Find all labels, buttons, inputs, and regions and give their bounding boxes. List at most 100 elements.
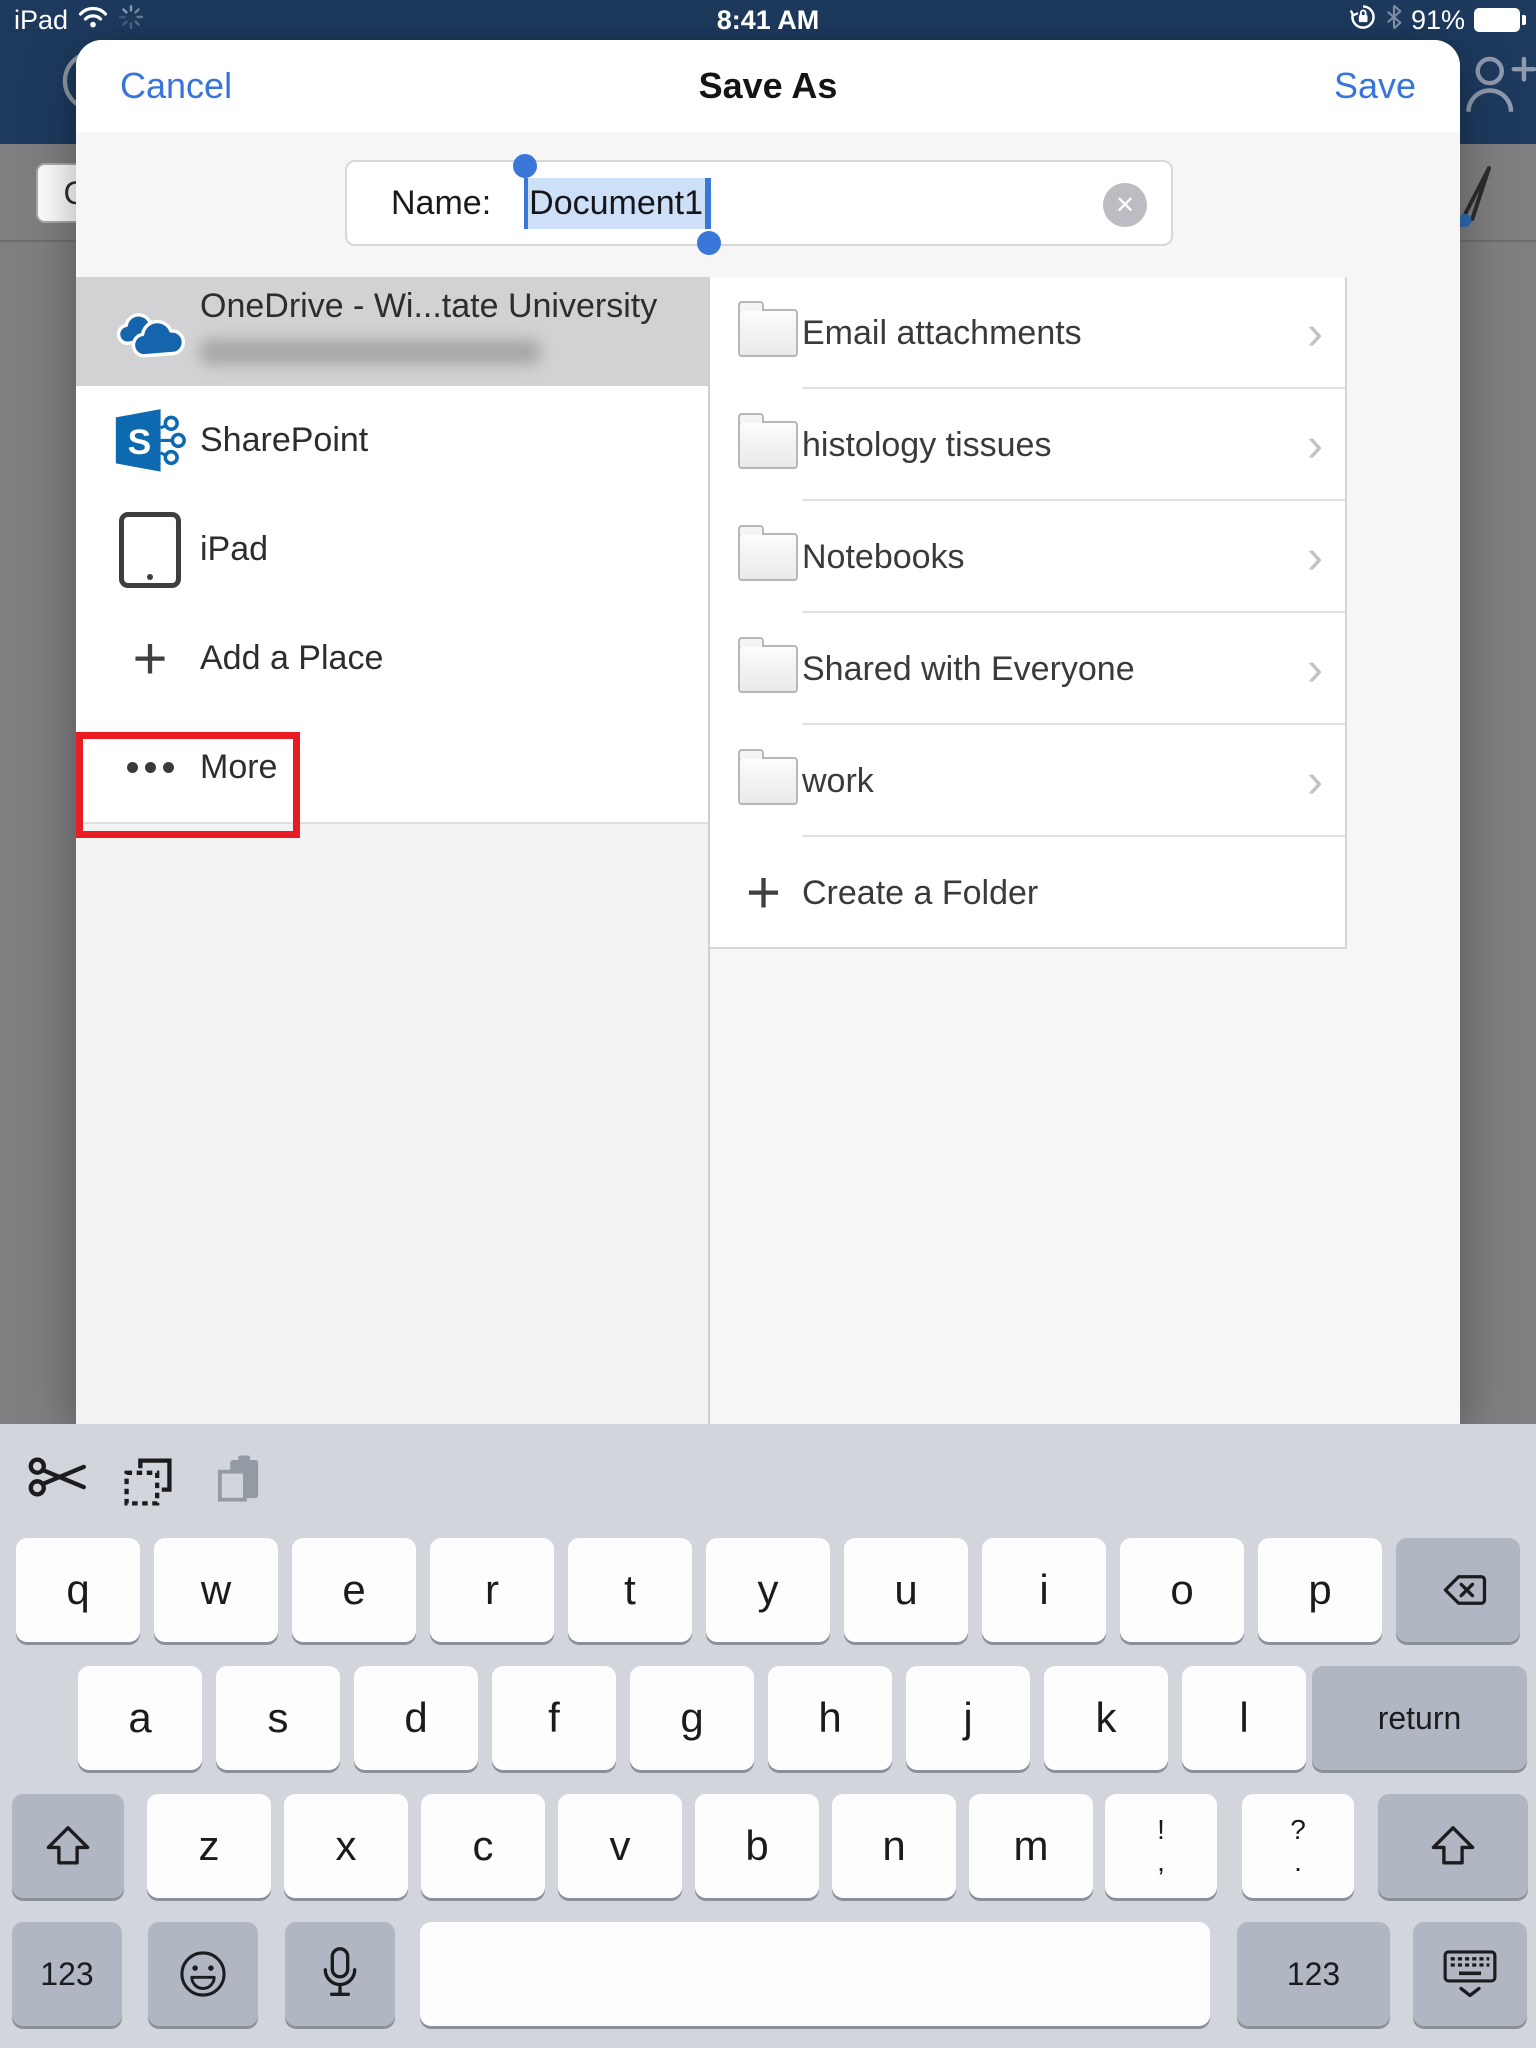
place-ipad-label: iPad (200, 495, 268, 604)
ipad-highlight-annotation (76, 732, 300, 838)
chevron-right-icon: › (1307, 389, 1323, 501)
folder-label: work (802, 725, 874, 837)
key-e[interactable]: e (292, 1538, 416, 1642)
chevron-right-icon: › (1307, 501, 1323, 613)
key-f[interactable]: f (492, 1666, 616, 1770)
key-exclaim-comma[interactable]: ! , (1105, 1794, 1217, 1898)
key-question-period[interactable]: ? . (1242, 1794, 1354, 1898)
key-numbers-right[interactable]: 123 (1237, 1922, 1390, 2026)
key-j[interactable]: j (906, 1666, 1030, 1770)
keyboard-row-3: z x c v b n m ! , ? . (0, 1794, 1536, 1898)
folder-icon (738, 533, 798, 581)
folder-notebooks[interactable]: Notebooks › (710, 501, 1345, 613)
battery-percent: 91% (1411, 5, 1465, 36)
edit-pencil-icon (1454, 162, 1494, 239)
key-d[interactable]: d (354, 1666, 478, 1770)
key-g[interactable]: g (630, 1666, 754, 1770)
keyboard-shortcut-bar (0, 1424, 1536, 1536)
clock: 8:41 AM (717, 5, 820, 36)
key-backspace[interactable] (1396, 1538, 1520, 1642)
key-shift-left[interactable] (12, 1794, 124, 1898)
keyboard-row-2: a s d f g h j k l return (0, 1666, 1536, 1770)
places-panel: OneDrive - Wi...tate University S ShareP… (76, 277, 708, 1424)
onedrive-account-email-redacted (200, 339, 540, 365)
battery-icon (1474, 8, 1526, 32)
key-s[interactable]: s (216, 1666, 340, 1770)
key-dictation[interactable] (285, 1922, 395, 2026)
plus-icon: + (104, 604, 196, 713)
key-b[interactable]: b (695, 1794, 819, 1898)
create-folder-label: Create a Folder (802, 837, 1038, 949)
status-bar: iPad 8:41 AM (0, 0, 1536, 40)
key-h[interactable]: h (768, 1666, 892, 1770)
place-onedrive-label: OneDrive - Wi...tate University (200, 287, 657, 326)
rotation-lock-icon (1349, 3, 1377, 38)
key-k[interactable]: k (1044, 1666, 1168, 1770)
key-space[interactable] (420, 1922, 1210, 2026)
key-n[interactable]: n (832, 1794, 956, 1898)
key-r[interactable]: r (430, 1538, 554, 1642)
key-a[interactable]: a (78, 1666, 202, 1770)
key-x[interactable]: x (284, 1794, 408, 1898)
folder-list: Email attachments › histology tissues › … (710, 277, 1347, 949)
filename-input[interactable]: Name: Document1 ✕ (345, 160, 1173, 246)
place-add-a-place[interactable]: + Add a Place (76, 604, 708, 715)
key-y[interactable]: y (706, 1538, 830, 1642)
folder-histology-tissues[interactable]: histology tissues › (710, 389, 1345, 501)
key-return[interactable]: return (1312, 1666, 1527, 1770)
folder-icon (738, 309, 798, 357)
folder-label: Shared with Everyone (802, 613, 1135, 725)
key-bottom-label: . (1294, 1847, 1302, 1877)
create-folder-button[interactable]: + Create a Folder (710, 837, 1345, 949)
place-ipad[interactable]: iPad (76, 495, 708, 606)
key-u[interactable]: u (844, 1538, 968, 1642)
sharepoint-icon: S (104, 386, 196, 495)
key-top-label: ! (1157, 1815, 1165, 1845)
selection-handle-start[interactable] (513, 154, 537, 178)
key-dismiss-keyboard[interactable] (1413, 1922, 1527, 2026)
microphone-icon (319, 1946, 361, 2002)
folder-email-attachments[interactable]: Email attachments › (710, 277, 1345, 389)
backspace-icon (1429, 1571, 1487, 1609)
place-sharepoint[interactable]: S SharePoint (76, 386, 708, 497)
key-z[interactable]: z (147, 1794, 271, 1898)
place-onedrive[interactable]: OneDrive - Wi...tate University (76, 277, 708, 388)
save-as-dialog: Cancel Save As Save Name: Document1 ✕ (76, 40, 1460, 1424)
folder-icon (738, 421, 798, 469)
folder-icon (738, 757, 798, 805)
folder-shared-with-everyone[interactable]: Shared with Everyone › (710, 613, 1345, 725)
key-v[interactable]: v (558, 1794, 682, 1898)
key-shift-right[interactable] (1378, 1794, 1528, 1898)
key-o[interactable]: o (1120, 1538, 1244, 1642)
key-l[interactable]: l (1182, 1666, 1306, 1770)
place-add-label: Add a Place (200, 604, 383, 713)
key-w[interactable]: w (154, 1538, 278, 1642)
key-t[interactable]: t (568, 1538, 692, 1642)
key-q[interactable]: q (16, 1538, 140, 1642)
filename-label: Name: (391, 184, 491, 223)
onedrive-icon (104, 277, 196, 386)
key-emoji[interactable] (148, 1922, 258, 2026)
key-m[interactable]: m (969, 1794, 1093, 1898)
folder-work[interactable]: work › (710, 725, 1345, 837)
folder-label: histology tissues (802, 389, 1051, 501)
svg-text:S: S (128, 422, 152, 461)
key-i[interactable]: i (982, 1538, 1106, 1642)
key-c[interactable]: c (421, 1794, 545, 1898)
save-button[interactable]: Save (1334, 40, 1416, 132)
paste-icon[interactable] (214, 1454, 264, 1515)
place-sharepoint-label: SharePoint (200, 386, 368, 495)
cut-icon[interactable] (28, 1454, 90, 1505)
key-numbers-left[interactable]: 123 (12, 1922, 122, 2026)
keyboard-dismiss-icon (1441, 1948, 1499, 2000)
copy-icon[interactable] (122, 1456, 174, 1513)
key-p[interactable]: p (1258, 1538, 1382, 1642)
ios-keyboard: q w e r t y u i o p a s d f g h j k l re… (0, 1424, 1536, 2048)
clear-text-button[interactable]: ✕ (1103, 183, 1147, 227)
selection-handle-end[interactable] (697, 231, 721, 255)
dialog-header: Cancel Save As Save (76, 40, 1460, 134)
shift-icon (1429, 1825, 1477, 1867)
keyboard-row-4: 123 123 (0, 1922, 1536, 2026)
folder-label: Email attachments (802, 277, 1082, 389)
filename-value-selected[interactable]: Document1 (527, 178, 705, 229)
